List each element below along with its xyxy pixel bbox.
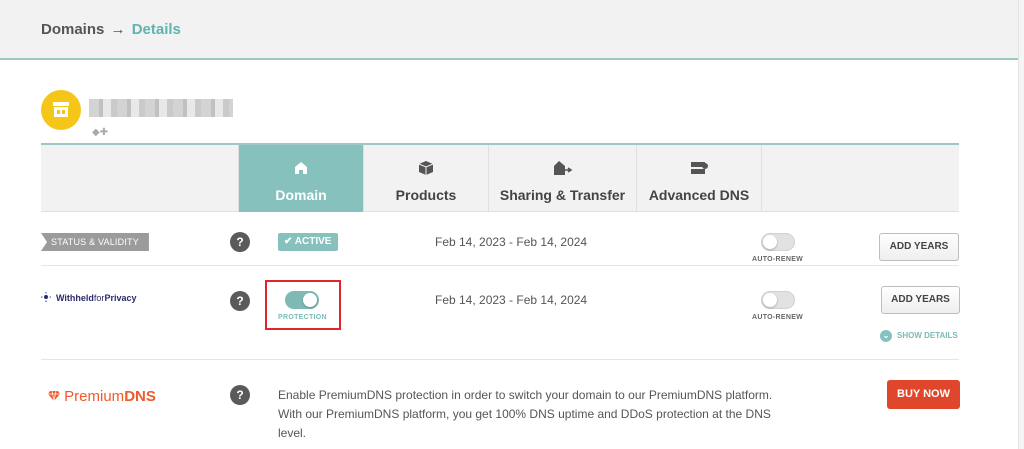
tab-bar: Domain Products Sharing & Transfer Advan… — [41, 143, 959, 212]
status-badge: ✔ ACTIVE — [278, 233, 339, 251]
status-validity-label: STATUS & VALIDITY — [41, 233, 149, 251]
privacy-brand-part2: for — [93, 293, 105, 303]
privacy-help-icon[interactable]: ? — [230, 291, 250, 311]
privacy-brand-part1: Withheld — [56, 293, 94, 303]
privacy-brand-part3: Privacy — [104, 293, 137, 303]
buy-now-button[interactable]: BUY NOW — [887, 380, 960, 409]
privacy-auto-renew-toggle[interactable] — [761, 291, 795, 309]
tab-sharing-transfer-label: Sharing & Transfer — [499, 187, 626, 203]
tab-spacer — [41, 145, 239, 212]
privacy-add-years-button[interactable]: ADD YEARS — [881, 286, 960, 314]
top-bar: Domains → Details — [0, 0, 1024, 60]
domain-name-blurred — [89, 99, 233, 117]
tab-domain-label: Domain — [275, 187, 327, 203]
server-icon — [691, 162, 708, 174]
store-icon — [41, 90, 81, 130]
premiumdns-description: Enable PremiumDNS protection in order to… — [278, 388, 773, 440]
breadcrumb-arrow: → — [110, 21, 126, 38]
status-add-years-button[interactable]: ADD YEARS — [879, 233, 959, 261]
premium-brand-part1: Premium — [64, 388, 125, 405]
show-details-link[interactable]: ⌄ SHOW DETAILS — [880, 330, 958, 342]
status-auto-renew-toggle[interactable] — [761, 233, 795, 251]
privacy-auto-renew-label: AUTO-RENEW — [752, 314, 804, 321]
scrollbar-track[interactable] — [1018, 0, 1024, 449]
status-auto-renew-label: AUTO-RENEW — [752, 256, 804, 263]
privacy-logo-icon — [41, 292, 51, 302]
status-help-icon[interactable]: ? — [230, 232, 250, 252]
breadcrumb-domains-link[interactable]: Domains — [41, 21, 104, 38]
tab-products-label: Products — [395, 187, 457, 203]
protection-label: PROTECTION — [278, 314, 327, 321]
tab-advanced-dns[interactable]: Advanced DNS — [637, 145, 762, 212]
protection-toggle[interactable] — [285, 291, 319, 309]
withheldforprivacy-logo: WithheldforPrivacy — [41, 292, 136, 303]
chevron-down-icon: ⌄ — [880, 330, 892, 342]
tab-sharing-transfer[interactable]: Sharing & Transfer — [489, 145, 637, 212]
tag-icon[interactable]: ◆✚ — [92, 127, 108, 138]
house-arrow-icon — [553, 161, 572, 175]
tab-domain[interactable]: Domain — [239, 145, 364, 212]
privacy-dates: Feb 14, 2023 - Feb 14, 2024 — [435, 293, 588, 307]
divider — [41, 359, 959, 360]
tab-advanced-dns-label: Advanced DNS — [648, 187, 750, 203]
box-icon — [418, 161, 434, 175]
status-validity-dates: Feb 14, 2023 - Feb 14, 2024 — [435, 235, 588, 249]
divider — [41, 265, 959, 266]
premiumdns-logo: PremiumDNS — [48, 388, 156, 405]
premium-help-icon[interactable]: ? — [230, 385, 250, 405]
breadcrumb-current: Details — [131, 21, 181, 38]
premium-brand-part2: DNS — [124, 388, 156, 405]
show-details-label: SHOW DETAILS — [897, 331, 958, 340]
home-icon — [295, 162, 307, 174]
tab-products[interactable]: Products — [364, 145, 489, 212]
gem-icon — [48, 390, 60, 402]
breadcrumb: Domains → Details — [41, 21, 181, 38]
